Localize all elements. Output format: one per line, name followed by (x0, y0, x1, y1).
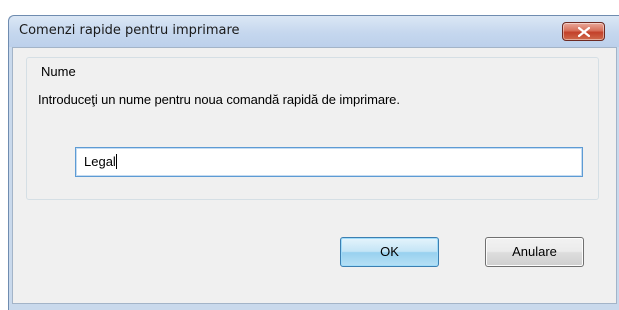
dialog-title: Comenzi rapide pentru imprimare (19, 23, 240, 38)
shortcut-name-value: Legal (84, 154, 117, 169)
cancel-button[interactable]: Anulare (485, 237, 584, 267)
name-groupbox (26, 57, 599, 200)
close-button[interactable] (562, 22, 605, 41)
instruction-text: Introduceţi un nume pentru noua comandă … (38, 92, 400, 107)
text-caret (115, 154, 117, 169)
shortcut-name-input[interactable]: Legal (75, 147, 583, 177)
title-bar[interactable]: Comenzi rapide pentru imprimare (9, 16, 619, 47)
group-legend: Nume (39, 64, 78, 80)
ok-button[interactable]: OK (340, 237, 439, 267)
close-x-icon (578, 27, 590, 37)
